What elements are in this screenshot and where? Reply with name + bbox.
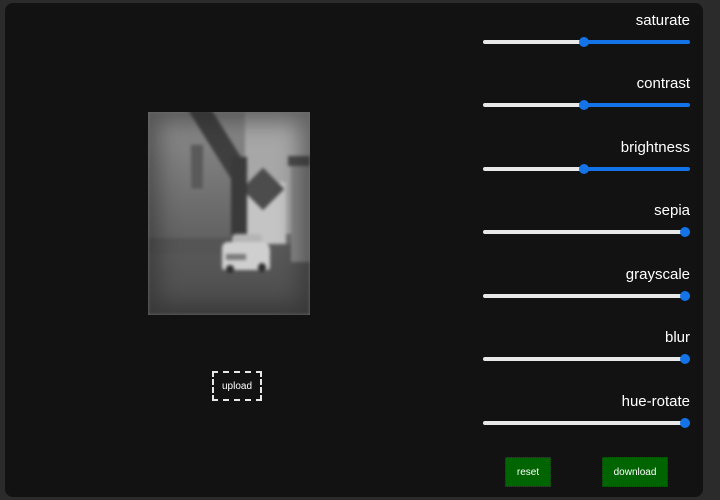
contrast-slider[interactable] — [483, 100, 690, 110]
blur-label: blur — [664, 329, 690, 346]
image-preview — [148, 112, 310, 315]
hue-rotate-label: hue-rotate — [621, 393, 690, 410]
control-saturate: saturate — [483, 12, 690, 62]
control-blur: blur — [483, 329, 690, 379]
slider-thumb[interactable] — [579, 164, 589, 174]
editor-panel: upload saturate contrast brightness sepi… — [5, 3, 703, 497]
brightness-slider[interactable] — [483, 164, 690, 174]
brightness-label: brightness — [620, 139, 690, 156]
upload-label: upload — [221, 380, 253, 392]
reset-label: reset — [516, 466, 540, 478]
grayscale-label: grayscale — [625, 266, 690, 283]
upload-button[interactable]: upload — [212, 371, 262, 401]
download-label: download — [613, 466, 657, 478]
slider-thumb[interactable] — [680, 354, 690, 364]
preview-photo — [148, 112, 310, 315]
control-grayscale: grayscale — [483, 266, 690, 316]
slider-thumb[interactable] — [579, 100, 589, 110]
slider-thumb[interactable] — [680, 291, 690, 301]
grayscale-slider[interactable] — [483, 291, 690, 301]
control-sepia: sepia — [483, 202, 690, 252]
slider-thumb[interactable] — [579, 37, 589, 47]
slider-thumb[interactable] — [680, 227, 690, 237]
control-brightness: brightness — [483, 139, 690, 189]
blur-slider[interactable] — [483, 354, 690, 364]
saturate-slider[interactable] — [483, 37, 690, 47]
control-hue-rotate: hue-rotate — [483, 393, 690, 443]
slider-thumb[interactable] — [680, 418, 690, 428]
sepia-slider[interactable] — [483, 227, 690, 237]
reset-button[interactable]: reset — [505, 457, 551, 487]
saturate-label: saturate — [635, 12, 690, 29]
contrast-label: contrast — [636, 75, 690, 92]
control-contrast: contrast — [483, 75, 690, 125]
hue-rotate-slider[interactable] — [483, 418, 690, 428]
sepia-label: sepia — [654, 202, 690, 219]
download-button[interactable]: download — [602, 457, 668, 487]
